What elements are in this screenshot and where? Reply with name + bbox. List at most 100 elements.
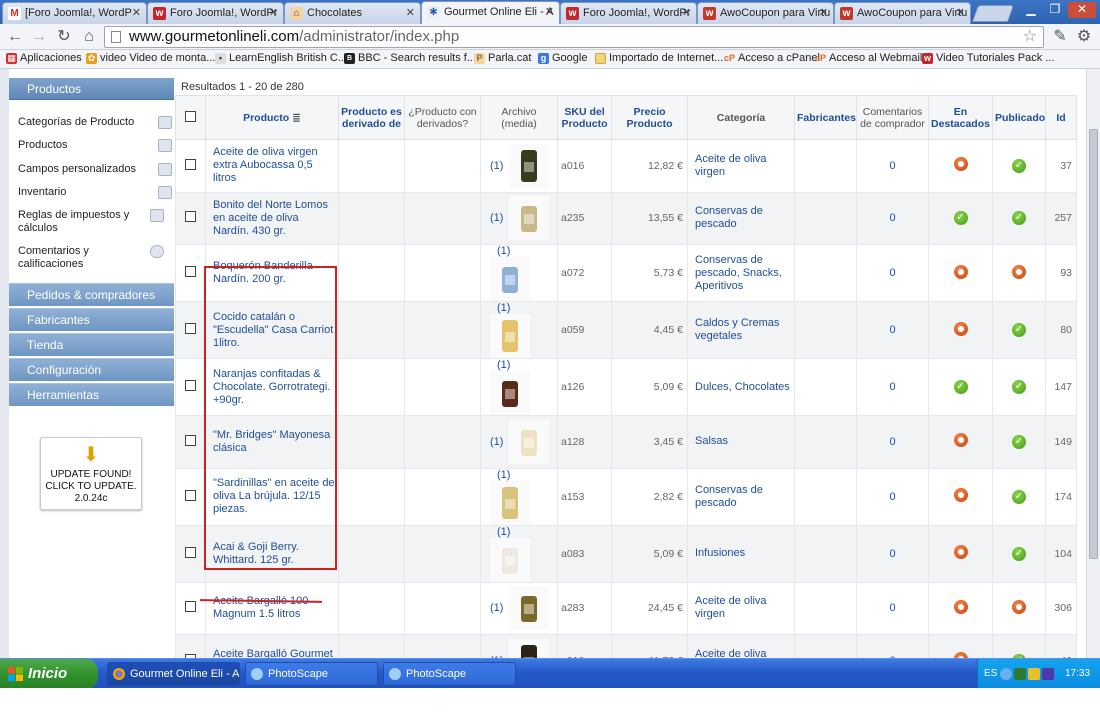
unpublished-icon[interactable] [953,264,968,279]
close-icon[interactable]: ✕ [956,6,965,19]
comments-link[interactable]: 0 [856,358,929,416]
category-link[interactable]: Aceite de oliva virgen [687,634,795,658]
close-icon[interactable]: ✕ [132,6,141,19]
check-icon[interactable]: ✓ [953,380,968,394]
media-count-link[interactable]: (1) [490,160,503,172]
check-icon[interactable]: ✓ [1012,158,1026,173]
close-icon[interactable]: ✕ [406,6,415,19]
menu-item-campos[interactable]: Campos personalizados [18,163,172,176]
product-thumbnail[interactable] [509,586,550,631]
home-icon[interactable]: ⌂ [79,27,99,47]
unpublished-icon[interactable] [953,157,968,172]
menu-section-fabricantes[interactable]: Fabricantes [9,308,174,331]
close-icon[interactable]: ✕ [545,5,554,18]
media-count-link[interactable]: (1) [497,469,510,481]
row-checkbox[interactable] [185,211,196,223]
product-name-link[interactable]: Aceite de oliva virgen extra Aubocassa 0… [205,139,339,193]
tab-3[interactable]: ✱ Gourmet Online Eli - A ✕ [421,1,560,24]
volume-icon[interactable] [1000,668,1012,680]
menu-section-pedidos[interactable]: Pedidos & compradores [9,283,174,306]
category-link[interactable]: Dulces, Chocolates [687,358,795,416]
comments-link[interactable]: 0 [856,524,929,583]
bookmark-learnenglish[interactable]: ▪ LearnEnglish British C... [215,52,347,64]
category-link[interactable]: Conservas de pescado [687,191,795,245]
comments-link[interactable]: 0 [856,415,929,469]
product-thumbnail[interactable] [509,143,550,188]
menu-item-impuestos[interactable]: Reglas de impuestos y cálculos [18,209,164,235]
menu-item-categorias[interactable]: Categorías de Producto [18,116,172,129]
product-thumbnail[interactable] [490,480,530,525]
language-indicator[interactable]: ES [984,659,997,689]
comments-link[interactable]: 0 [856,467,929,526]
tray-app-icon[interactable] [1042,668,1054,680]
bookmark-bbc[interactable]: B BBC - Search results f... [344,52,476,64]
minimize-icon[interactable]: ▁ [1020,2,1042,18]
menu-header-productos[interactable]: Productos [9,78,174,100]
row-checkbox[interactable] [185,546,196,558]
row-checkbox[interactable] [185,380,196,391]
update-notice[interactable]: ⬇ UPDATE FOUND! CLICK TO UPDATE. 2.0.24c [40,437,142,510]
category-link[interactable]: Infusiones [687,524,795,583]
check-icon[interactable]: ✓ [953,211,968,226]
unpublished-icon[interactable] [953,488,968,502]
unpublished-icon[interactable] [953,545,968,559]
row-checkbox[interactable] [185,266,196,277]
tab-1[interactable]: w Foro Joomla!, WordPr ✕ [147,2,284,24]
check-icon[interactable]: ✓ [1012,323,1026,337]
product-name-link[interactable]: Cocido catalán o "Escudella" Casa Carrio… [205,301,339,359]
category-link[interactable]: Conservas de pescado [687,467,795,526]
product-name-link[interactable]: "Mr. Bridges" Mayonesa clásica [205,415,339,469]
row-checkbox[interactable] [185,601,196,613]
address-bar[interactable]: www.gourmetonlineli.com/administrator/in… [104,26,1044,48]
comments-link[interactable]: 0 [856,581,929,635]
header-select-all[interactable] [175,95,206,140]
media-count-link[interactable]: (1) [497,526,510,538]
comments-link[interactable]: 0 [856,301,929,359]
header-destacados[interactable]: En Destacados [928,95,993,140]
bookmark-apps[interactable]: ▦ Aplicaciones [6,52,82,64]
close-icon[interactable]: ✕ [819,6,828,19]
window-close-icon[interactable]: ✕ [1068,2,1096,18]
product-name-link[interactable]: Bonito del Norte Lomos en aceite de oliv… [205,191,339,245]
forward-arrow-icon[interactable]: → [29,27,49,47]
product-name-link[interactable]: "Sardinillas" en aceite de oliva La brúj… [205,467,339,526]
task-photoscape-2[interactable]: PhotoScape [383,662,516,686]
close-icon[interactable]: ✕ [269,6,278,19]
back-arrow-icon[interactable]: ← [5,27,25,47]
page-scrollbar[interactable] [1086,69,1100,658]
restore-icon[interactable]: ❐ [1044,2,1066,18]
new-tab-button[interactable] [971,5,1015,22]
header-sku[interactable]: SKU del Producto [557,95,612,140]
header-id[interactable]: Id [1045,95,1077,140]
product-thumbnail[interactable] [490,537,530,582]
wrench-icon[interactable]: ⚙ [1074,27,1094,47]
header-publicado[interactable]: Publicado [992,95,1046,140]
product-thumbnail[interactable] [509,419,550,464]
header-derivado-de[interactable]: Producto es derivado de [338,95,405,140]
unpublished-icon[interactable] [953,433,968,448]
category-link[interactable]: Aceite de oliva virgen [687,139,795,193]
comments-link[interactable]: 0 [856,634,929,658]
network-icon[interactable] [1028,668,1040,680]
task-gourmet[interactable]: Gourmet Online Eli - A... [107,662,240,686]
product-name-link[interactable]: Naranjas confitadas & Chocolate. Gorrotr… [205,358,339,416]
product-name-link[interactable]: Acai & Goji Berry. Whittard. 125 gr. [205,524,339,583]
tab-0[interactable]: M [Foro Joomla!, WordP ✕ [2,2,147,24]
row-checkbox[interactable] [185,323,196,334]
media-count-link[interactable]: (1) [490,436,503,448]
product-name-link[interactable]: Boquerón Banderilla Nardín. 200 gr. [205,244,339,302]
comments-link[interactable]: 0 [856,191,929,245]
check-icon[interactable]: ✓ [1012,211,1026,226]
product-thumbnail[interactable] [490,257,530,301]
bookmark-video[interactable]: ✿ video Video de monta... [86,52,215,64]
comments-link[interactable]: 0 [856,244,929,302]
row-checkbox[interactable] [185,489,196,501]
bookmark-importado[interactable]: Importado de Internet... [595,52,723,64]
menu-section-configuracion[interactable]: Configuración [9,358,174,381]
shield-icon[interactable] [1014,668,1026,680]
row-checkbox[interactable] [185,158,196,170]
menu-item-productos[interactable]: Productos [18,139,172,152]
check-icon[interactable]: ✓ [1012,380,1026,394]
bookmark-cpanel[interactable]: cP Acceso a cPanel [724,52,820,64]
bookmark-webmail[interactable]: cP Acceso al Webmail [815,52,922,64]
